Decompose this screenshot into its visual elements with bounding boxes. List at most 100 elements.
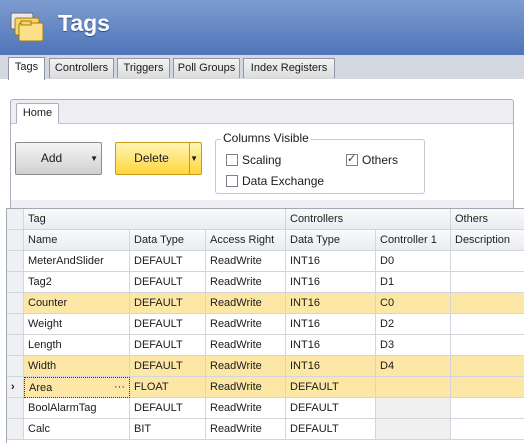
row-selector[interactable] (7, 356, 24, 377)
chevron-down-icon[interactable]: ▼ (190, 143, 198, 174)
grid-cell-ctrl-type[interactable]: DEFAULT (286, 377, 376, 398)
grid-cell-data-type[interactable]: DEFAULT (130, 398, 206, 419)
column-header-description[interactable]: Description (451, 230, 524, 251)
grid-cell-access[interactable]: ReadWrite (206, 377, 286, 398)
app-header: Tags (0, 0, 524, 55)
column-header-access-right[interactable]: Access Right (206, 230, 286, 251)
grid-cell-name[interactable]: Counter (24, 293, 130, 314)
row-selector[interactable] (7, 251, 24, 272)
grid-cell-controller1[interactable] (376, 377, 451, 398)
grid-cell-description[interactable] (451, 251, 524, 272)
tab-triggers[interactable]: Triggers (117, 58, 170, 78)
grid-cell-data-type[interactable]: DEFAULT (130, 272, 206, 293)
tab-poll-groups[interactable]: Poll Groups (173, 58, 240, 78)
grid-cell-description[interactable] (451, 314, 524, 335)
column-header-data-type[interactable]: Data Type (130, 230, 206, 251)
grid-cell-access[interactable]: ReadWrite (206, 335, 286, 356)
grid-cell-access[interactable]: ReadWrite (206, 356, 286, 377)
grid-cell-controller1[interactable]: D3 (376, 335, 451, 356)
delete-button-label: Delete (134, 151, 169, 165)
grid-cell-controller1[interactable]: D2 (376, 314, 451, 335)
row-selector[interactable] (7, 335, 24, 356)
grid-cell-access[interactable]: ReadWrite (206, 314, 286, 335)
grid-cell-description[interactable] (451, 356, 524, 377)
grid-cell-access[interactable]: ReadWrite (206, 419, 286, 440)
grid-cell-name[interactable]: BoolAlarmTag (24, 398, 130, 419)
grid-cell-description[interactable] (451, 335, 524, 356)
grid-cell-controller1[interactable]: C0 (376, 293, 451, 314)
tab-index-registers[interactable]: Index Registers (243, 58, 335, 78)
group-header-tag: Tag (24, 209, 286, 230)
row-selector[interactable] (7, 272, 24, 293)
grid-cell-description[interactable] (451, 398, 524, 419)
chevron-down-icon[interactable]: ▼ (90, 143, 98, 174)
grid-cell-ctrl-type[interactable]: DEFAULT (286, 398, 376, 419)
grid-cell-name[interactable]: MeterAndSlider (24, 251, 130, 272)
grid-cell-ctrl-type[interactable]: INT16 (286, 272, 376, 293)
column-header-controller-1[interactable]: Controller 1 (376, 230, 451, 251)
scaling-checkbox[interactable]: Scaling (226, 153, 281, 167)
row-selector[interactable] (7, 314, 24, 335)
grid-cell-description[interactable] (451, 419, 524, 440)
data-exchange-checkbox[interactable]: Data Exchange (226, 174, 324, 188)
grid-cell-name[interactable]: Area ··· (24, 377, 130, 398)
grid-cell-access[interactable]: ReadWrite (206, 293, 286, 314)
checkbox-box[interactable] (226, 175, 238, 187)
ellipsis-icon[interactable]: ··· (114, 378, 125, 397)
grid-cell-ctrl-type[interactable]: INT16 (286, 356, 376, 377)
others-checkbox[interactable]: Others (346, 152, 399, 167)
grid-cell-name[interactable]: Weight (24, 314, 130, 335)
tab-tags[interactable]: Tags (8, 57, 45, 80)
grid-cell-description[interactable] (451, 293, 524, 314)
grid-cell-ctrl-type[interactable]: INT16 (286, 293, 376, 314)
add-button[interactable]: Add ▼ (15, 142, 102, 175)
group-header-others: Others (451, 209, 524, 230)
grid-cell-description[interactable] (451, 272, 524, 293)
grid-cell-description[interactable] (451, 377, 524, 398)
row-selector[interactable] (7, 398, 24, 419)
grid-cell-ctrl-type[interactable]: INT16 (286, 251, 376, 272)
checkbox-box[interactable] (346, 152, 358, 166)
grid-cell-name[interactable]: Width (24, 356, 130, 377)
grid-cell-data-type[interactable]: DEFAULT (130, 251, 206, 272)
grid-cell-controller1[interactable]: D1 (376, 272, 451, 293)
row-selector[interactable] (7, 419, 24, 440)
grid-cell-data-type[interactable]: DEFAULT (130, 356, 206, 377)
grid-cell-name[interactable]: Length (24, 335, 130, 356)
grid-cell-access[interactable]: ReadWrite (206, 272, 286, 293)
column-header-controller-data-type[interactable]: Data Type (286, 230, 376, 251)
grid-cell-name[interactable]: Tag2 (24, 272, 130, 293)
others-label: Others (362, 153, 399, 167)
current-row-arrow-icon: › (11, 381, 15, 393)
row-selector[interactable]: › (7, 377, 24, 398)
main-tabs: Tags Controllers Triggers Poll Groups In… (0, 55, 524, 80)
grid-cell-controller1[interactable] (376, 419, 451, 440)
delete-button[interactable]: Delete ▼ (115, 142, 202, 175)
ribbon-tab-home[interactable]: Home (16, 103, 59, 124)
grid-corner (7, 209, 24, 230)
grid-cell-data-type[interactable]: BIT (130, 419, 206, 440)
grid-cell-controller1[interactable]: D0 (376, 251, 451, 272)
grid-cell-data-type[interactable]: DEFAULT (130, 293, 206, 314)
grid-cell-data-type[interactable]: FLOAT (130, 377, 206, 398)
grid-cell-access[interactable]: ReadWrite (206, 398, 286, 419)
grid-cell-ctrl-type[interactable]: INT16 (286, 335, 376, 356)
checkbox-box[interactable] (226, 154, 238, 166)
grid-cell-ctrl-type[interactable]: INT16 (286, 314, 376, 335)
tab-controllers[interactable]: Controllers (49, 58, 114, 78)
grid-cell-ctrl-type[interactable]: DEFAULT (286, 419, 376, 440)
row-selector[interactable] (7, 293, 24, 314)
grid-cell-data-type[interactable]: DEFAULT (130, 335, 206, 356)
group-header-controllers: Controllers (286, 209, 451, 230)
tags-folder-icon (10, 12, 44, 42)
grid-cell-data-type[interactable]: DEFAULT (130, 314, 206, 335)
grid-cell-access[interactable]: ReadWrite (206, 251, 286, 272)
column-header-name[interactable]: Name (24, 230, 130, 251)
page-title: Tags (58, 10, 110, 36)
grid-cell-name[interactable]: Calc (24, 419, 130, 440)
grid-cell-controller1[interactable]: D4 (376, 356, 451, 377)
tags-grid: Tag Controllers Others Name Data Type Access … (6, 208, 524, 443)
data-exchange-label: Data Exchange (242, 174, 325, 188)
add-button-label: Add (40, 151, 63, 165)
grid-cell-controller1[interactable] (376, 398, 451, 419)
